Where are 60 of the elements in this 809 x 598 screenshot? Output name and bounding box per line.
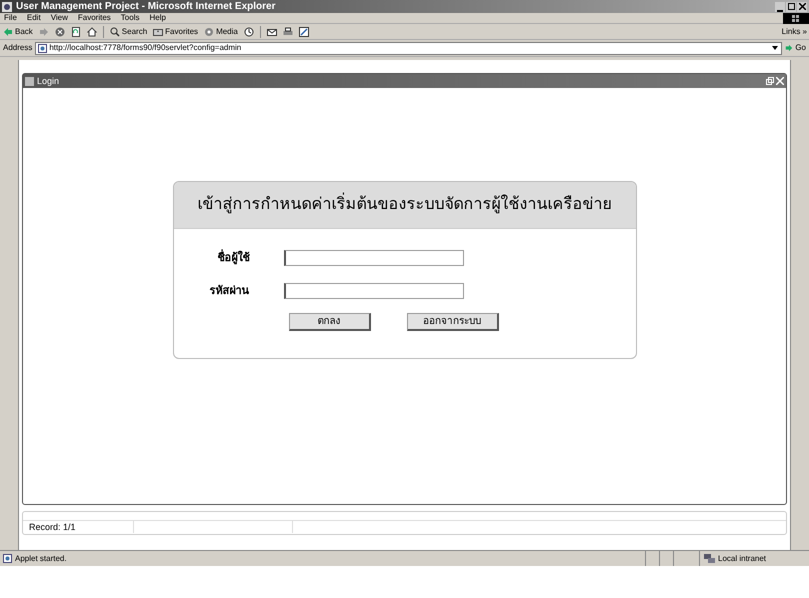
home-button[interactable] [86,26,97,36]
back-button[interactable]: Back [3,26,33,36]
address-field[interactable]: http://localhost:7778/forms90/f90servlet?config=admin [35,42,782,54]
search-icon [110,26,120,36]
search-button[interactable]: Search [110,26,148,36]
stop-button[interactable] [54,26,65,36]
browser-icon [2,2,12,12]
clock-icon [244,26,254,36]
maximize-icon [788,3,794,10]
field-label: รหัสผ่าน [208,284,250,298]
edit-icon [298,26,309,36]
house-icon [86,26,97,36]
record-indicator: Record: 1/1 [28,520,77,534]
logout-button[interactable]: ออกจากระบบ [406,313,498,331]
refresh-button[interactable] [70,26,81,36]
mail-icon [266,26,277,36]
window-title: User Management Project - Microsoft Internet Explorer [16,2,276,12]
maximize-button[interactable] [786,2,796,12]
input-field[interactable] [284,250,464,266]
page-icon [3,554,12,563]
restore-icon[interactable] [766,77,774,85]
close-icon [798,3,806,10]
ok-button[interactable]: ตกลง [288,313,370,331]
edit-button[interactable] [298,26,309,36]
print-button[interactable] [282,26,293,36]
close-icon[interactable] [776,77,784,85]
favorites-button[interactable]: Favorites [153,26,198,36]
dropdown-arrow-icon[interactable] [771,44,780,52]
address-label: Address [2,42,34,54]
dialog-title: เข้าสู่การกำหนดค่าเริ่มต้นของระบบจัดการผู้ใช้งานเครือข่าย [198,190,612,220]
arrow-right-icon [785,44,794,52]
go-button[interactable]: Go [782,42,809,54]
field-label: ชื่อผู้ใช้ [174,250,284,266]
window-title: Login [37,76,60,86]
printer-icon [282,26,293,36]
minimize-icon [777,10,783,12]
arrow-right-icon [38,26,49,36]
status-text: Applet started. [15,552,67,564]
mail-button[interactable] [266,26,277,36]
page-icon [38,44,48,52]
minimize-button[interactable] [775,2,785,12]
media-button[interactable]: Media [204,26,238,36]
menu-item[interactable]: View [50,14,68,22]
history-button[interactable] [244,26,254,36]
menu-item[interactable]: Tools [120,14,140,22]
menu-item[interactable]: Edit [26,14,41,22]
url-text: http://localhost:7778/forms90/f90servlet?config=admin [49,42,242,54]
media-icon [204,26,214,36]
arrow-left-icon [3,26,13,36]
menu-item[interactable]: Favorites [78,14,111,22]
page-refresh-icon [70,26,81,36]
menu-item[interactable]: File [4,14,17,22]
input-field[interactable] [284,282,464,299]
menu-item[interactable]: Help [149,14,166,22]
stop-icon [54,26,65,36]
security-zone: Local intranet [718,552,766,564]
network-icon [704,554,715,563]
close-button[interactable] [797,2,807,12]
window-icon [25,76,34,86]
links-label[interactable]: Links » [782,26,807,38]
